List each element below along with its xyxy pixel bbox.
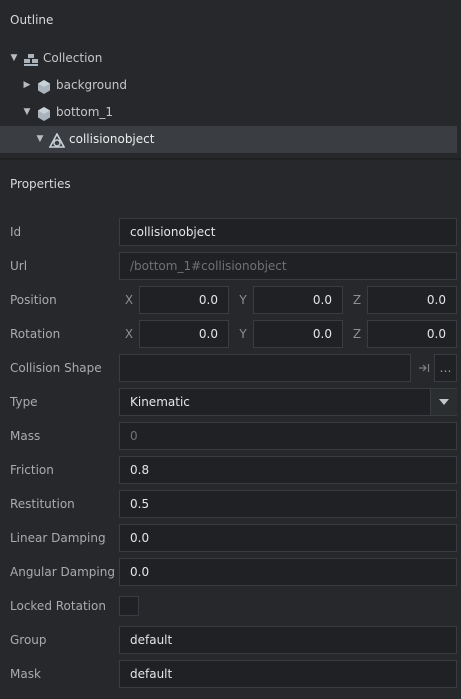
expand-arrow-icon[interactable]: ▼: [22, 99, 32, 126]
clear-icon[interactable]: [413, 354, 435, 382]
tree-item-label: Collection: [43, 51, 103, 65]
friction-label: Friction: [10, 463, 54, 477]
type-select[interactable]: Kinematic: [119, 388, 457, 416]
angular-damping-field[interactable]: 0.0: [119, 558, 457, 586]
chevron-down-icon[interactable]: [430, 389, 457, 415]
collision-shape-field[interactable]: [119, 354, 411, 382]
tree-item-label: bottom_1: [56, 105, 114, 119]
mask-field[interactable]: default: [119, 660, 457, 688]
tree-item-label: background: [56, 78, 127, 92]
friction-field[interactable]: 0.8: [119, 456, 457, 484]
position-label: Position: [10, 293, 57, 307]
group-field[interactable]: default: [119, 626, 457, 654]
id-label: Id: [10, 225, 22, 239]
type-label: Type: [10, 395, 38, 409]
mass-field: 0: [119, 422, 457, 450]
browse-button[interactable]: …: [434, 354, 457, 382]
mask-label: Mask: [10, 667, 41, 681]
locked-rotation-checkbox[interactable]: [119, 596, 139, 616]
rotation-z-field[interactable]: 0.0: [367, 320, 457, 348]
linear-damping-field[interactable]: 0.0: [119, 524, 457, 552]
restitution-field[interactable]: 0.5: [119, 490, 457, 518]
game-object-icon: [36, 78, 52, 94]
tree-item-collection[interactable]: ▼ Collection: [0, 45, 457, 72]
rotation-x-field[interactable]: 0.0: [139, 320, 229, 348]
rotation-y-field[interactable]: 0.0: [253, 320, 343, 348]
url-field: /bottom_1#collisionobject: [119, 252, 457, 280]
rotation-label: Rotation: [10, 327, 61, 341]
locked-rotation-label: Locked Rotation: [10, 599, 106, 613]
properties-title: Properties: [10, 177, 71, 191]
position-y-label: Y: [239, 293, 247, 307]
type-select-value: Kinematic: [130, 395, 190, 409]
expand-arrow-icon[interactable]: ▼: [9, 45, 19, 72]
group-label: Group: [10, 633, 47, 647]
collection-icon: [23, 51, 39, 67]
tree-item-label: collisionobject: [69, 132, 155, 146]
rotation-y-label: Y: [239, 327, 247, 341]
rotation-z-label: Z: [352, 327, 362, 341]
position-z-field[interactable]: 0.0: [367, 286, 457, 314]
linear-damping-label: Linear Damping: [10, 531, 106, 545]
restitution-label: Restitution: [10, 497, 75, 511]
collapse-arrow-icon[interactable]: ▶: [22, 72, 32, 99]
pane-divider[interactable]: [0, 158, 461, 160]
angular-damping-label: Angular Damping: [10, 565, 115, 579]
rotation-x-label: X: [124, 327, 134, 341]
id-field[interactable]: collisionobject: [119, 218, 457, 246]
tree-item-background[interactable]: ▶ background: [0, 72, 457, 99]
position-x-field[interactable]: 0.0: [139, 286, 229, 314]
collision-object-icon: [48, 132, 66, 148]
tree-item-bottom-1[interactable]: ▼ bottom_1: [0, 99, 457, 126]
mass-label: Mass: [10, 429, 41, 443]
game-object-icon: [36, 105, 52, 121]
collision-shape-label: Collision Shape: [10, 361, 102, 375]
position-x-label: X: [124, 293, 134, 307]
position-z-label: Z: [352, 293, 362, 307]
outline-title: Outline: [10, 13, 54, 27]
expand-arrow-icon[interactable]: ▼: [35, 126, 45, 153]
url-label: Url: [10, 259, 28, 273]
position-y-field[interactable]: 0.0: [253, 286, 343, 314]
tree-item-collisionobject[interactable]: ▼ collisionobject: [0, 126, 457, 153]
